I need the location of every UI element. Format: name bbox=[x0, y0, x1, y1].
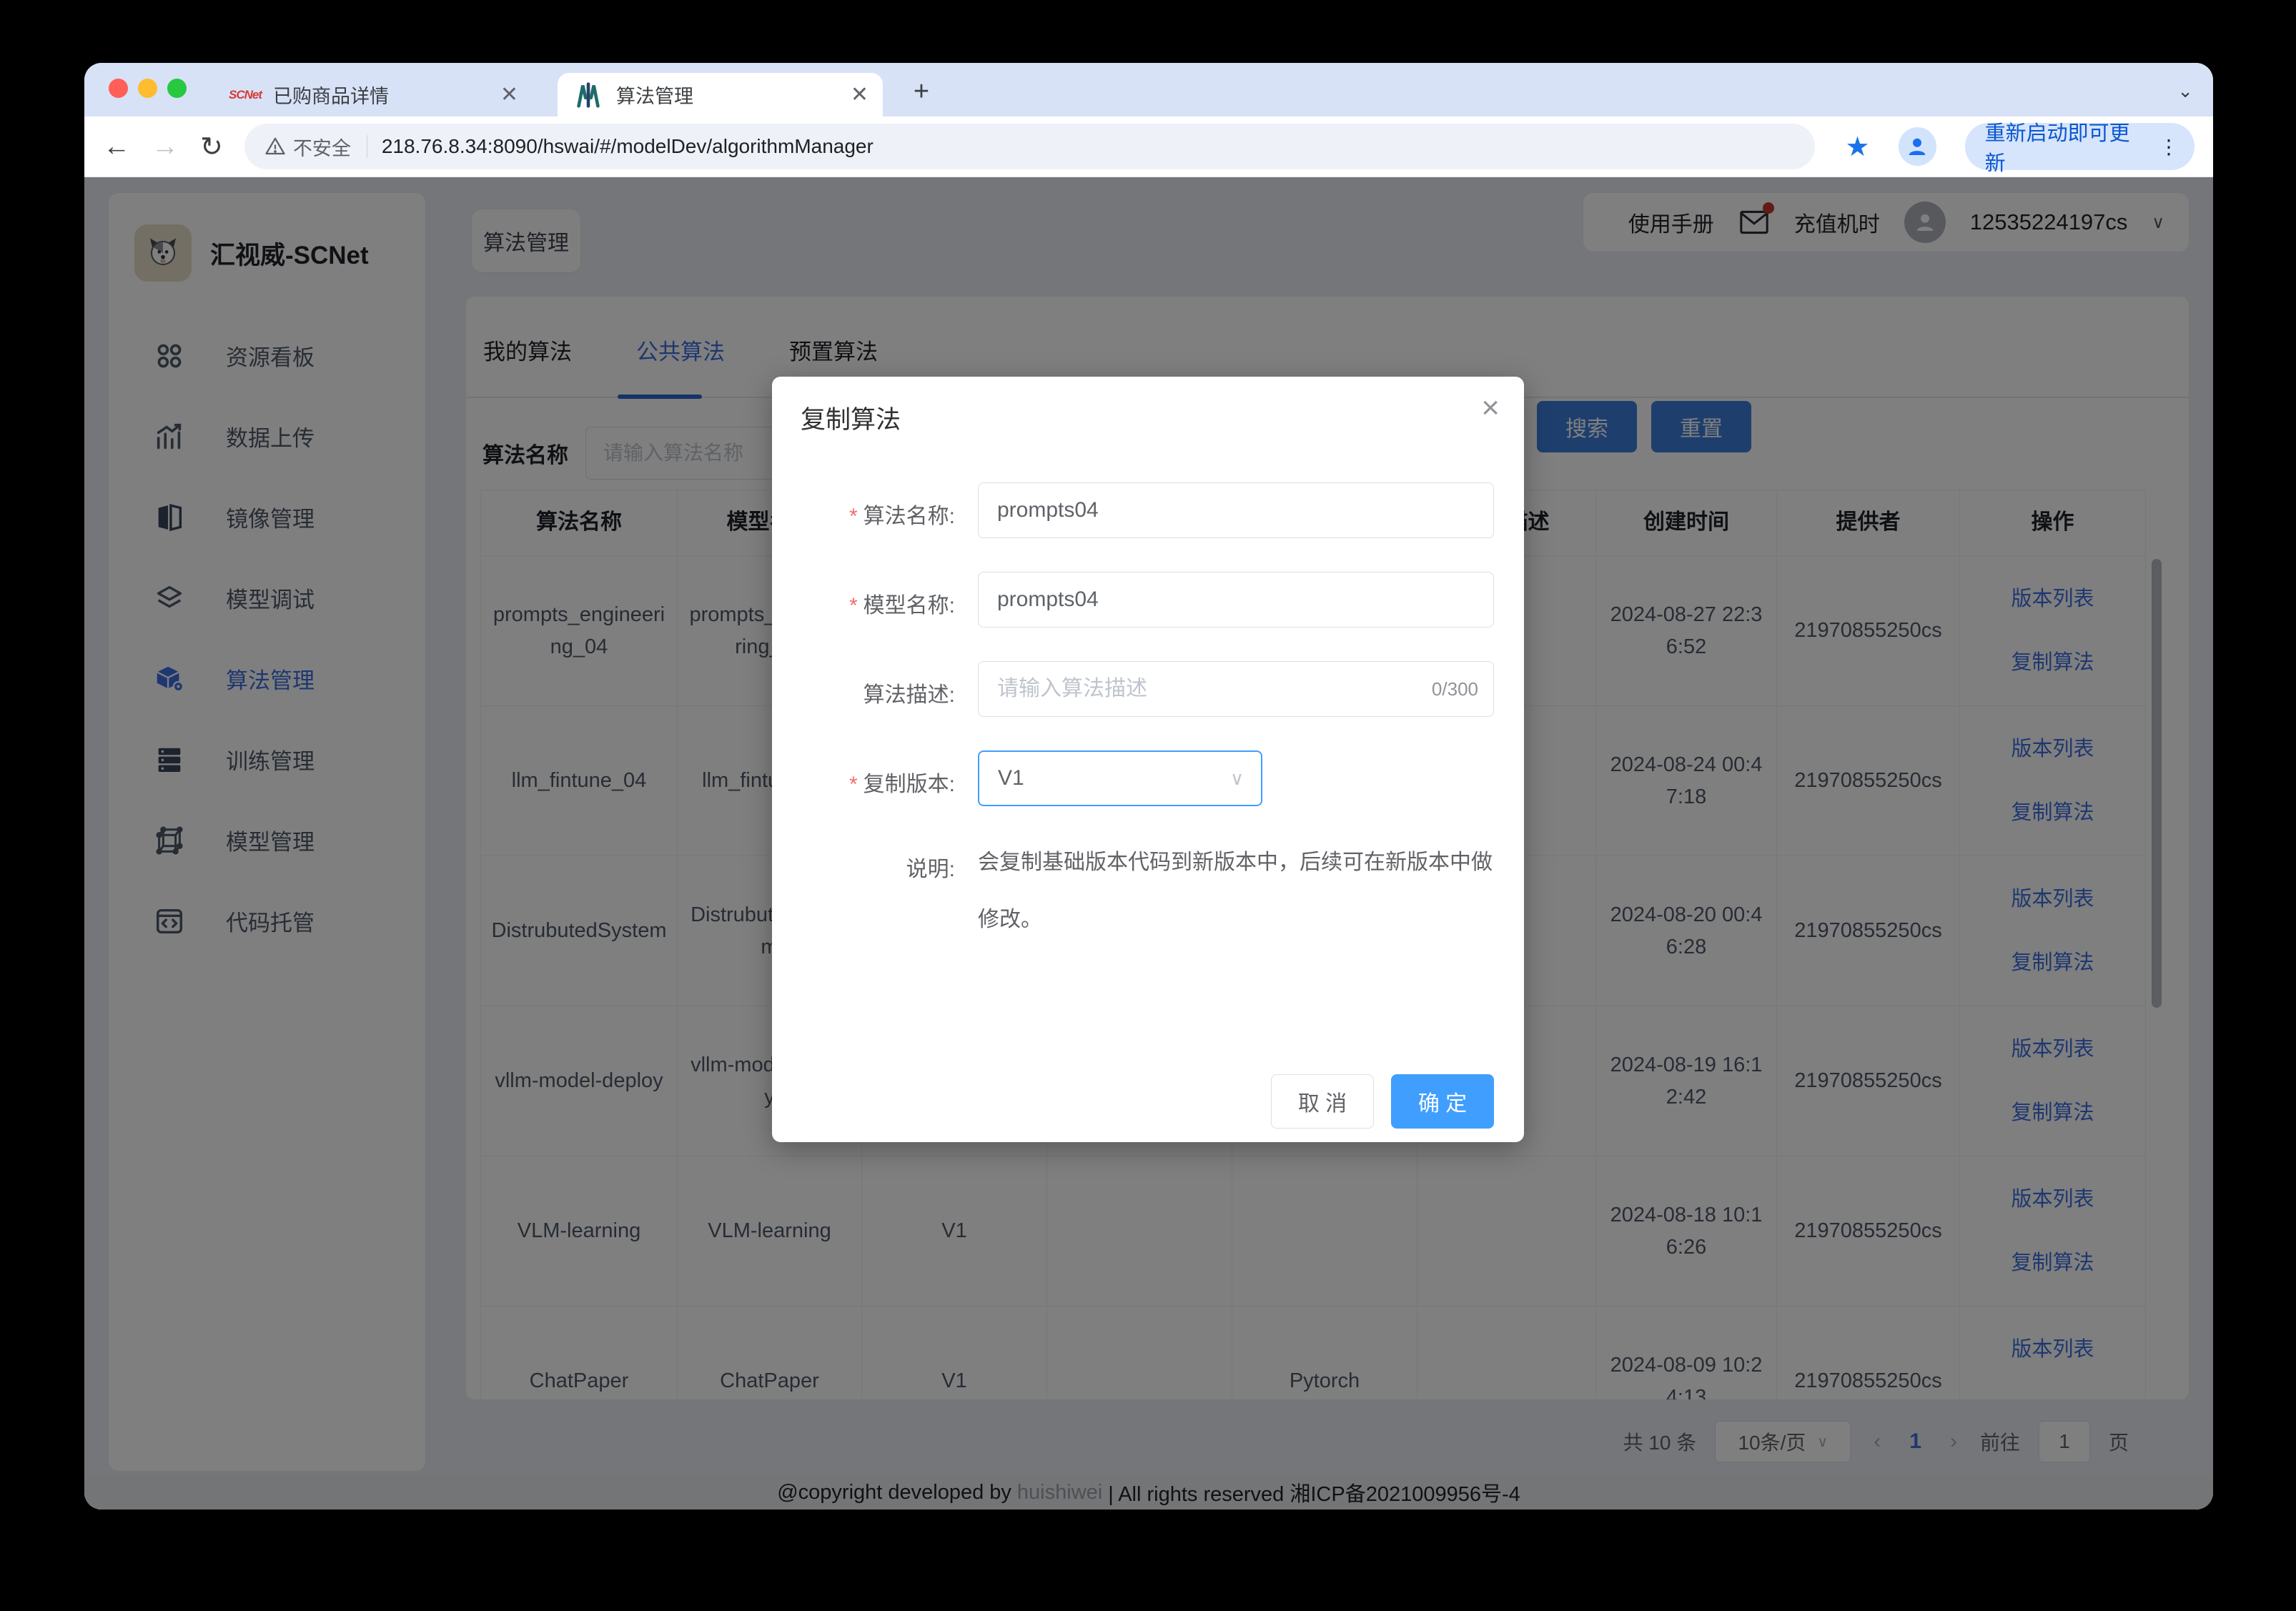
reload-icon[interactable]: ↻ bbox=[200, 131, 223, 163]
algorithm-name-label: 算法名称: bbox=[772, 482, 955, 538]
version-select[interactable]: V1 ∨ bbox=[978, 750, 1262, 806]
cancel-button[interactable]: 取 消 bbox=[1271, 1074, 1374, 1129]
security-chip[interactable]: 不安全 bbox=[252, 133, 367, 161]
chrome-update-button[interactable]: 重新启动即可更新 ⋮ bbox=[1965, 123, 2194, 170]
browser-window: SCNet 已购商品详情 ✕ 算法管理 ✕ + ⌄ ← → ↻ 不安全 218.… bbox=[84, 63, 2213, 1510]
tab-title: 已购商品详情 bbox=[273, 81, 489, 109]
chevron-down-icon: ∨ bbox=[1230, 768, 1244, 790]
modal-description-input[interactable] bbox=[978, 661, 1494, 717]
window-controls bbox=[109, 79, 187, 98]
close-tab-icon[interactable]: ✕ bbox=[851, 84, 869, 106]
address-bar[interactable]: 不安全 218.76.8.34:8090/hswai/#/modelDev/al… bbox=[244, 124, 1816, 169]
maximize-window-button[interactable] bbox=[167, 79, 187, 98]
note-label: 说明: bbox=[772, 834, 955, 948]
close-window-button[interactable] bbox=[109, 79, 128, 98]
forward-icon[interactable]: → bbox=[152, 132, 179, 162]
more-menu-icon[interactable]: ⋮ bbox=[2159, 135, 2179, 159]
tab-search-chevron-icon[interactable]: ⌄ bbox=[2177, 80, 2193, 102]
new-tab-button[interactable]: + bbox=[906, 77, 936, 107]
copy-version-label: 复制版本: bbox=[772, 750, 955, 806]
bookmark-star-icon[interactable]: ★ bbox=[1845, 131, 1869, 163]
scnet-favicon: SCNet bbox=[229, 88, 262, 102]
update-label: 重新启动即可更新 bbox=[1985, 117, 2147, 177]
confirm-button[interactable]: 确 定 bbox=[1391, 1074, 1494, 1129]
tab-title: 算法管理 bbox=[616, 81, 839, 109]
browser-toolbar: ← → ↻ 不安全 218.76.8.34:8090/hswai/#/model… bbox=[84, 117, 2213, 177]
app-favicon bbox=[572, 79, 605, 111]
warning-icon bbox=[264, 136, 286, 157]
modal-algorithm-name-input[interactable] bbox=[978, 482, 1494, 538]
profile-icon[interactable] bbox=[1899, 127, 1936, 166]
description-label: 算法描述: bbox=[772, 661, 955, 717]
person-icon bbox=[1904, 134, 1930, 159]
copy-algorithm-modal: 复制算法 × 算法名称: 模型名称: 算法描述: 0/300 复制版本: bbox=[772, 377, 1524, 1142]
url-text: 218.76.8.34:8090/hswai/#/modelDev/algori… bbox=[382, 135, 874, 158]
model-name-label: 模型名称: bbox=[772, 572, 955, 628]
close-icon[interactable]: × bbox=[1481, 392, 1500, 424]
char-counter: 0/300 bbox=[1432, 678, 1478, 700]
modal-title: 复制算法 bbox=[801, 400, 901, 436]
modal-model-name-input[interactable] bbox=[978, 572, 1494, 628]
back-icon[interactable]: ← bbox=[103, 132, 130, 162]
security-label: 不安全 bbox=[293, 133, 351, 161]
browser-tabbar: SCNet 已购商品详情 ✕ 算法管理 ✕ + ⌄ bbox=[84, 63, 2213, 117]
version-select-value: V1 bbox=[998, 766, 1024, 790]
close-tab-icon[interactable]: ✕ bbox=[500, 84, 518, 106]
browser-tab-algorithm-manager[interactable]: 算法管理 ✕ bbox=[558, 73, 883, 117]
page-viewport: 汇视威-SCNet 资源看板 数据上传 镜像管理 模型调试 bbox=[84, 177, 2213, 1510]
minimize-window-button[interactable] bbox=[138, 79, 157, 98]
browser-tab-purchased-details[interactable]: SCNet 已购商品详情 ✕ bbox=[214, 73, 533, 117]
note-text: 会复制基础版本代码到新版本中，后续可在新版本中做修改。 bbox=[978, 834, 1495, 948]
